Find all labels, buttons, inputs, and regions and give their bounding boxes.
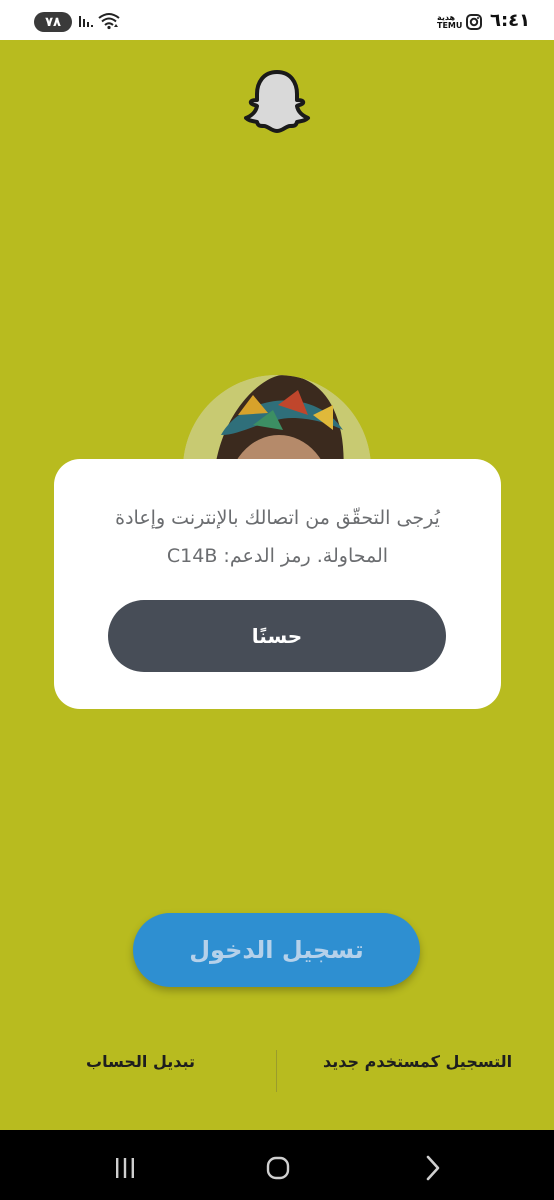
home-icon[interactable] xyxy=(266,1156,290,1180)
divider xyxy=(276,1050,277,1092)
temu-notification-icon: هدية TEMU xyxy=(437,14,462,30)
login-button[interactable]: تسجيل الدخول xyxy=(133,913,420,987)
app-screen: يُرجى التحقّق من اتصالك بالإنترنت وإعادة… xyxy=(0,40,554,1130)
back-icon[interactable] xyxy=(424,1155,442,1181)
error-dialog: يُرجى التحقّق من اتصالك بالإنترنت وإعادة… xyxy=(54,459,501,709)
signal-icon xyxy=(79,16,93,27)
status-bar: ٧٨ هدية TEMU ٦:٤١ xyxy=(0,0,554,40)
switch-account-link[interactable]: تبديل الحساب xyxy=(86,1052,195,1071)
instagram-icon xyxy=(466,14,482,30)
signup-link[interactable]: التسجيل كمستخدم جديد xyxy=(323,1052,512,1071)
temu-label-bottom: TEMU xyxy=(437,21,463,30)
clock: ٦:٤١ xyxy=(490,10,531,31)
ok-button[interactable]: حسنًا xyxy=(108,600,446,672)
wifi-icon xyxy=(98,13,120,30)
battery-indicator: ٧٨ xyxy=(34,12,72,32)
snapchat-ghost-icon xyxy=(244,70,310,133)
recent-apps-icon[interactable] xyxy=(114,1157,136,1179)
dialog-message: يُرجى التحقّق من اتصالك بالإنترنت وإعادة… xyxy=(115,507,440,567)
